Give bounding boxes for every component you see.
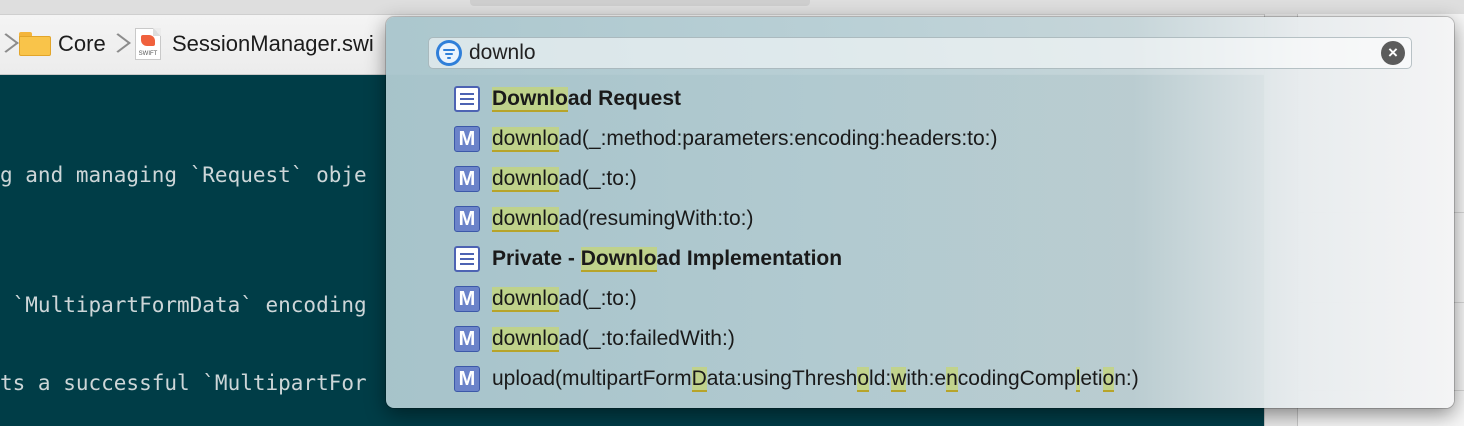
breadcrumb-folder-label: Core	[58, 31, 106, 56]
result-text: ith:e	[906, 367, 947, 390]
result-item[interactable]: Private - Download Implementation	[454, 239, 1434, 279]
match-highlight: Downlo	[580, 247, 657, 272]
match-highlight: w	[891, 367, 907, 392]
result-text: ad(_:to:)	[558, 167, 637, 190]
match-highlight: Downlo	[492, 87, 568, 112]
result-item[interactable]: Mdownload(_:to:)	[454, 279, 1434, 319]
result-text: ad(resumingWith:to:)	[558, 207, 754, 230]
results-list: Download Request Mdownload(_:method:param…	[454, 79, 1434, 399]
mark-icon	[454, 246, 480, 272]
result-text: ad(_:to:)	[558, 287, 637, 310]
open-quickly-popup: × Download RequestMdownload(_:method:par…	[386, 17, 1454, 408]
result-text: ad Implementation	[656, 247, 843, 270]
method-icon: M	[454, 206, 480, 232]
result-title: upload(multipartFormData:usingThreshold:…	[492, 367, 1139, 392]
match-highlight: downlo	[492, 127, 559, 152]
breadcrumb-folder[interactable]: Core	[58, 28, 106, 60]
result-title: Download Request	[492, 87, 682, 112]
search-field[interactable]: ×	[428, 37, 1412, 69]
result-text: ld:	[869, 367, 892, 390]
chevron-right-icon	[114, 28, 124, 60]
result-text: ad Request	[567, 87, 682, 110]
toolbar-tab-edge	[470, 0, 810, 6]
result-text: ad(_:to:failedWith:)	[558, 327, 735, 350]
result-item[interactable]: Download Request	[454, 79, 1434, 119]
method-icon: M	[454, 366, 480, 392]
breadcrumb-file[interactable]: SessionManager.swi	[172, 28, 374, 60]
result-title: download(_:to:)	[492, 287, 637, 312]
result-item[interactable]: Mdownload(_:to:failedWith:)	[454, 319, 1434, 359]
match-highlight: D	[691, 367, 707, 392]
match-highlight: o	[857, 367, 870, 392]
result-text: ata:usingThresh	[706, 367, 858, 390]
code-line: `MultipartFormData` encoding	[0, 293, 367, 317]
clear-search-icon[interactable]: ×	[1381, 41, 1405, 65]
code-line: ts a successful `MultipartFor	[0, 371, 367, 395]
result-title: download(_:to:)	[492, 167, 637, 192]
result-item[interactable]: Mdownload(_:to:)	[454, 159, 1434, 199]
result-title: Private - Download Implementation	[492, 247, 843, 272]
swift-file-icon-label: SWIFT	[138, 51, 158, 57]
method-icon: M	[454, 126, 480, 152]
toolbar-edge	[0, 0, 1464, 15]
folder-icon	[19, 32, 51, 56]
match-highlight: downlo	[492, 327, 559, 352]
result-text: Private -	[492, 247, 581, 270]
breadcrumb-file-label: SessionManager.swi	[172, 31, 374, 56]
match-highlight: n	[946, 367, 958, 392]
code-line: g and managing `Request` obje	[0, 163, 367, 187]
swift-file-icon: SWIFT	[135, 28, 161, 60]
match-highlight: downlo	[492, 167, 559, 192]
result-text: ad(_:method:parameters:encoding:headers:…	[558, 127, 998, 150]
result-title: download(_:method:parameters:encoding:he…	[492, 127, 998, 152]
filter-icon[interactable]	[436, 40, 462, 66]
result-text: n:)	[1114, 367, 1139, 390]
match-highlight: downlo	[492, 287, 559, 312]
result-text: eti	[1080, 367, 1103, 390]
result-item[interactable]: Mupload(multipartFormData:usingThreshold…	[454, 359, 1434, 399]
result-text: upload(multipartForm	[492, 367, 692, 390]
search-input[interactable]	[469, 40, 1379, 66]
result-item[interactable]: Mdownload(resumingWith:to:)	[454, 199, 1434, 239]
method-icon: M	[454, 326, 480, 352]
result-item[interactable]: Mdownload(_:method:parameters:encoding:h…	[454, 119, 1434, 159]
method-icon: M	[454, 286, 480, 312]
result-title: download(_:to:failedWith:)	[492, 327, 735, 352]
mark-icon	[454, 86, 480, 112]
match-highlight: o	[1102, 367, 1115, 392]
match-highlight: downlo	[492, 207, 559, 232]
result-title: download(resumingWith:to:)	[492, 207, 754, 232]
method-icon: M	[454, 166, 480, 192]
chevron-right-icon	[2, 28, 12, 60]
result-text: codingComp	[957, 367, 1076, 390]
